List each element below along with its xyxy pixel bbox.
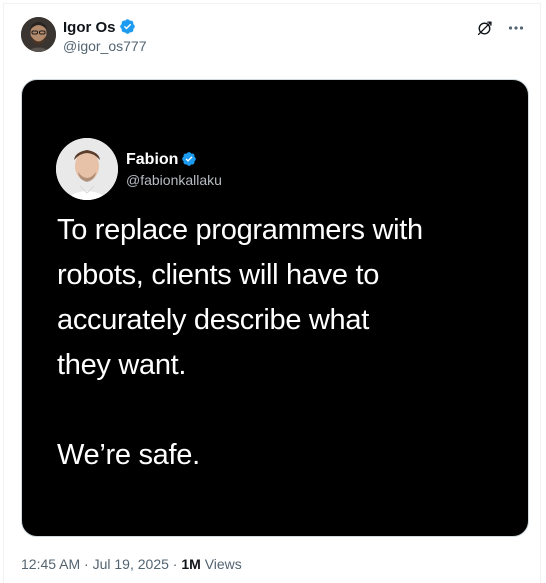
tweet-media-image[interactable]: Fabion @fabionkallaku To replace program… [21,79,529,537]
quoted-text: To replace programmers with robots, clie… [57,208,497,478]
tweet-actions-top [474,18,526,38]
tweet-card[interactable]: Igor Os @igor_os777 Fabion @fabionkallak… [3,3,541,583]
tweet-date[interactable]: Jul 19, 2025 [93,556,169,572]
meta-separator: · [172,556,178,572]
views-label[interactable]: Views [205,556,242,572]
quoted-author-name: Fabion [126,150,197,172]
quoted-text-gap [57,388,497,433]
more-icon[interactable] [506,18,526,38]
verified-badge-icon [181,151,197,172]
quoted-text-closing: We’re safe. [57,439,200,471]
meta-separator: · [84,556,89,572]
quoted-author-handle: @fabionkallaku [126,172,222,188]
quoted-text-line: accurately describe what [57,304,369,336]
author-name[interactable]: Igor Os [63,18,136,40]
grok-icon[interactable] [474,18,494,38]
tweet-time[interactable]: 12:45 AM [21,556,80,572]
quoted-text-line: robots, clients will have to [57,259,380,291]
quoted-author-avatar [56,138,118,200]
quoted-text-line: To replace programmers with [57,214,423,246]
views-count[interactable]: 1M [181,556,200,572]
author-name-text[interactable]: Igor Os [63,19,116,36]
author-handle[interactable]: @igor_os777 [63,38,147,55]
author-avatar[interactable] [21,17,56,52]
tweet-metadata: 12:45 AM · Jul 19, 2025 · 1M Views [21,556,242,573]
quoted-author-name-text: Fabion [126,151,179,168]
verified-badge-icon [119,18,136,40]
quoted-text-line: they want. [57,349,187,381]
